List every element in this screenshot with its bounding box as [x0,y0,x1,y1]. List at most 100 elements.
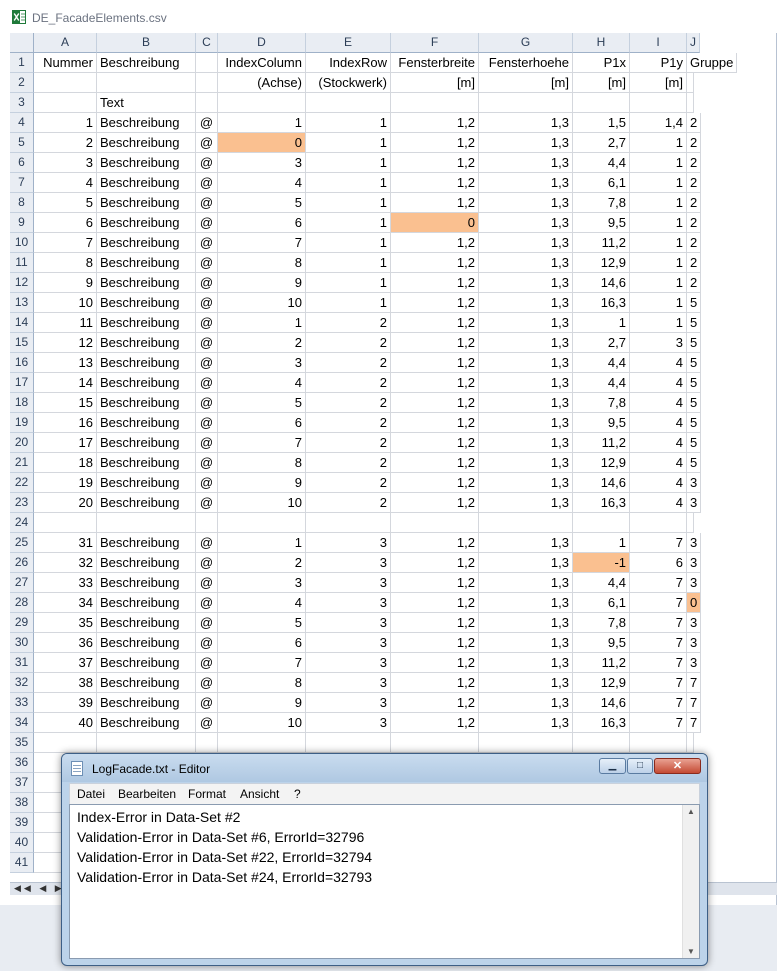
cell-j4[interactable]: 2 [687,113,702,133]
cell-b19[interactable]: Beschreibung [97,413,196,433]
cell-j22[interactable]: 3 [687,473,702,493]
cell-j18[interactable]: 5 [687,393,702,413]
cell-b35[interactable] [97,733,196,753]
cell-e22[interactable]: 2 [306,473,391,493]
cell-f4[interactable]: 1,2 [391,113,479,133]
row-header[interactable]: 34 [10,713,34,733]
cell-a17[interactable]: 14 [34,373,97,393]
cell-e3[interactable] [306,93,391,113]
cell-h33[interactable]: 14,6 [573,693,630,713]
cell-f14[interactable]: 1,2 [391,313,479,333]
cell-j6[interactable]: 2 [687,153,702,173]
cell-a7[interactable]: 4 [34,173,97,193]
cell-h9[interactable]: 9,5 [573,213,630,233]
cell-g7[interactable]: 1,3 [479,173,573,193]
row-header[interactable]: 36 [10,753,34,773]
cell-h12[interactable]: 14,6 [573,273,630,293]
cell-j5[interactable]: 2 [687,133,702,153]
cell-g10[interactable]: 1,3 [479,233,573,253]
cell-j28[interactable]: 0 [687,593,702,613]
cell-h20[interactable]: 11,2 [573,433,630,453]
cell-f34[interactable]: 1,2 [391,713,479,733]
cell-f17[interactable]: 1,2 [391,373,479,393]
cell-i3[interactable] [630,93,687,113]
column-header-b[interactable]: B [97,33,196,53]
row-header[interactable]: 9 [10,213,34,233]
cell-d34[interactable]: 10 [218,713,306,733]
cell-g1[interactable]: Fensterhoehe [479,53,573,73]
cell-g11[interactable]: 1,3 [479,253,573,273]
cell-i18[interactable]: 4 [630,393,687,413]
cell-e19[interactable]: 2 [306,413,391,433]
cell-a35[interactable] [34,733,97,753]
cell-a31[interactable]: 37 [34,653,97,673]
row-header[interactable]: 19 [10,413,34,433]
cell-h10[interactable]: 11,2 [573,233,630,253]
row-header[interactable]: 6 [10,153,34,173]
cell-f5[interactable]: 1,2 [391,133,479,153]
cell-h27[interactable]: 4,4 [573,573,630,593]
cell-e16[interactable]: 2 [306,353,391,373]
cell-i35[interactable] [630,733,687,753]
cell-i21[interactable]: 4 [630,453,687,473]
row-header[interactable]: 39 [10,813,34,833]
cell-j33[interactable]: 7 [687,693,702,713]
menu-ansicht[interactable]: Ansicht [240,787,279,801]
cell-j26[interactable]: 3 [687,553,702,573]
cell-j31[interactable]: 3 [687,653,702,673]
cell-a9[interactable]: 6 [34,213,97,233]
cell-a19[interactable]: 16 [34,413,97,433]
cell-j13[interactable]: 5 [687,293,702,313]
maximize-button[interactable]: □ [627,758,653,774]
cell-d23[interactable]: 10 [218,493,306,513]
cell-h1[interactable]: P1x [573,53,630,73]
cell-c20[interactable]: @ [196,433,218,453]
row-header[interactable]: 16 [10,353,34,373]
cell-d18[interactable]: 5 [218,393,306,413]
cell-f28[interactable]: 1,2 [391,593,479,613]
cell-c19[interactable]: @ [196,413,218,433]
cell-f7[interactable]: 1,2 [391,173,479,193]
cell-h25[interactable]: 1 [573,533,630,553]
column-header-e[interactable]: E [306,33,391,53]
cell-c1[interactable] [196,53,218,73]
cell-i4[interactable]: 1,4 [630,113,687,133]
cell-d24[interactable] [218,513,306,533]
cell-d31[interactable]: 7 [218,653,306,673]
cell-d2[interactable]: (Achse) [218,73,306,93]
cell-i10[interactable]: 1 [630,233,687,253]
cell-i9[interactable]: 1 [630,213,687,233]
cell-a29[interactable]: 35 [34,613,97,633]
cell-f15[interactable]: 1,2 [391,333,479,353]
cell-e15[interactable]: 2 [306,333,391,353]
cell-i32[interactable]: 7 [630,673,687,693]
cell-a13[interactable]: 10 [34,293,97,313]
cell-c16[interactable]: @ [196,353,218,373]
cell-j2[interactable] [687,73,694,93]
cell-d26[interactable]: 2 [218,553,306,573]
cell-a33[interactable]: 39 [34,693,97,713]
column-header-g[interactable]: G [479,33,573,53]
cell-j3[interactable] [687,93,694,113]
cell-g35[interactable] [479,733,573,753]
cell-c5[interactable]: @ [196,133,218,153]
cell-i13[interactable]: 1 [630,293,687,313]
cell-b10[interactable]: Beschreibung [97,233,196,253]
cell-c18[interactable]: @ [196,393,218,413]
cell-a23[interactable]: 20 [34,493,97,513]
cell-e12[interactable]: 1 [306,273,391,293]
cell-e9[interactable]: 1 [306,213,391,233]
cell-c34[interactable]: @ [196,713,218,733]
cell-h8[interactable]: 7,8 [573,193,630,213]
cell-i25[interactable]: 7 [630,533,687,553]
cell-b13[interactable]: Beschreibung [97,293,196,313]
cell-g22[interactable]: 1,3 [479,473,573,493]
cell-b24[interactable] [97,513,196,533]
notepad-text-area[interactable]: Index-Error in Data-Set #2 Validation-Er… [69,804,700,959]
cell-a5[interactable]: 2 [34,133,97,153]
cell-j20[interactable]: 5 [687,433,702,453]
cell-a20[interactable]: 17 [34,433,97,453]
cell-c25[interactable]: @ [196,533,218,553]
cell-b17[interactable]: Beschreibung [97,373,196,393]
cell-b33[interactable]: Beschreibung [97,693,196,713]
